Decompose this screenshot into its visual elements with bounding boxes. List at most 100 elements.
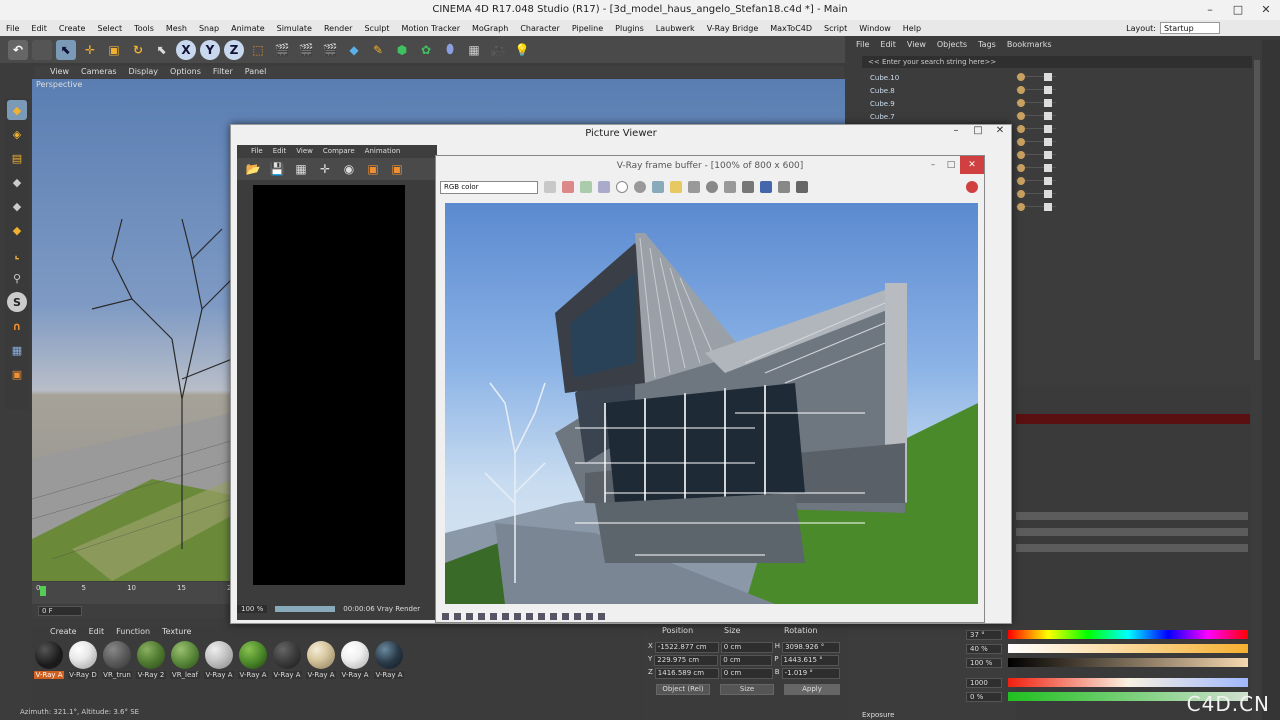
material-item[interactable]: V-Ray A [204, 641, 234, 679]
save-icon[interactable]: 💾 [267, 159, 287, 179]
vfb-red-channel-icon[interactable] [562, 181, 574, 193]
rotation-b-field[interactable]: -1.019 ° [781, 668, 840, 679]
object-row-cube7[interactable]: Cube.7 [858, 111, 988, 123]
cube-icon[interactable]: ◆ [344, 40, 364, 60]
minimize-button[interactable]: – [1196, 0, 1224, 20]
menu-vray-bridge[interactable]: V-Ray Bridge [707, 24, 759, 33]
vfb-green-channel-icon[interactable] [580, 181, 592, 193]
menu-window[interactable]: Window [859, 24, 891, 33]
render-picture-viewer-icon[interactable]: 🎬 [296, 40, 316, 60]
attribute-slider-2[interactable] [1016, 528, 1248, 536]
vp-menu-view[interactable]: View [50, 66, 69, 78]
axis-mode-icon[interactable]: ⌞ [7, 244, 27, 264]
mat-menu-create[interactable]: Create [50, 627, 77, 636]
layout-dropdown[interactable]: Startup [1160, 22, 1220, 34]
render-view-icon[interactable]: 🎬 [272, 40, 292, 60]
vfb-lens-effects-icon[interactable] [778, 181, 790, 193]
vfb-render-region-icon[interactable] [760, 181, 772, 193]
size-x-field[interactable]: 0 cm [720, 642, 773, 653]
menu-simulate[interactable]: Simulate [277, 24, 312, 33]
redo-icon[interactable] [32, 39, 52, 60]
vfb-curves-button[interactable] [478, 612, 485, 620]
floor-icon[interactable]: ▦ [464, 40, 484, 60]
menu-tools[interactable]: Tools [134, 24, 154, 33]
vfb-channel-dropdown[interactable]: RGB color [440, 180, 538, 194]
menu-maxtoc4d[interactable]: MaxToC4D [770, 24, 812, 33]
menu-create[interactable]: Create [59, 24, 86, 33]
workplane-icon[interactable]: ▤ [7, 148, 27, 168]
vfb-ocio-button[interactable] [550, 612, 557, 620]
pv-zoom-field[interactable]: 100 % [237, 605, 268, 613]
menu-sculpt[interactable]: Sculpt [364, 24, 389, 33]
vfb-link-icon[interactable] [742, 181, 754, 193]
material-item[interactable]: V-Ray A [34, 641, 64, 679]
pv-close-button[interactable]: ✕ [989, 125, 1011, 136]
vfb-hsl-button[interactable] [514, 612, 521, 620]
maximize-button[interactable]: □ [1224, 0, 1252, 20]
om-menu-tags[interactable]: Tags [978, 40, 996, 49]
render-icon[interactable]: ▣ [363, 159, 383, 179]
pv-menu-view[interactable]: View [296, 145, 313, 158]
object-manager-scrollbar[interactable] [1254, 60, 1260, 360]
material-item[interactable]: V-Ray A [340, 641, 370, 679]
pv-menu-compare[interactable]: Compare [323, 145, 355, 158]
menu-edit[interactable]: Edit [31, 24, 47, 33]
object-row-cube9[interactable]: Cube.9 [858, 98, 988, 110]
vp-menu-panel[interactable]: Panel [245, 66, 267, 78]
current-frame-field[interactable]: 0 F [38, 606, 82, 616]
vfb-compare-button[interactable] [454, 612, 461, 620]
menu-script[interactable]: Script [824, 24, 847, 33]
kelvin-field[interactable]: 1000 [966, 678, 1002, 688]
vfb-flip-button[interactable] [586, 612, 593, 620]
close-button[interactable]: ✕ [1252, 0, 1280, 20]
material-item[interactable]: V-Ray A [306, 641, 336, 679]
vfb-settings-button[interactable] [598, 612, 605, 620]
deformer-icon[interactable]: ⬮ [440, 40, 460, 60]
menu-animate[interactable]: Animate [231, 24, 265, 33]
vfb-history-icon[interactable] [796, 181, 808, 193]
edges-mode-icon[interactable]: ◆ [7, 196, 27, 216]
pv-maximize-button[interactable]: □ [967, 125, 989, 136]
om-menu-bookmarks[interactable]: Bookmarks [1007, 40, 1052, 49]
vfb-white-balance-button[interactable] [502, 612, 509, 620]
snap-icon[interactable]: S [7, 292, 27, 312]
menu-pipeline[interactable]: Pipeline [572, 24, 603, 33]
vfb-alpha-icon[interactable] [616, 181, 628, 193]
value-field[interactable]: 100 % [966, 658, 1002, 668]
vfb-background-button[interactable] [562, 612, 569, 620]
pen-icon[interactable]: ✎ [368, 40, 388, 60]
position-x-field[interactable]: -1522.877 cm [654, 642, 719, 653]
texture-mode-icon[interactable]: ◈ [7, 124, 27, 144]
mat-menu-edit[interactable]: Edit [89, 627, 105, 636]
z-axis-lock-button[interactable]: Z [224, 39, 244, 60]
menu-snap[interactable]: Snap [199, 24, 219, 33]
undo-icon[interactable]: ↶ [8, 39, 28, 60]
value-gradient-slider[interactable] [1008, 658, 1248, 667]
vfb-clear-icon[interactable] [688, 181, 700, 193]
vp-menu-cameras[interactable]: Cameras [81, 66, 117, 78]
vfb-color-icon[interactable] [544, 181, 556, 193]
vfb-info-button[interactable] [574, 612, 581, 620]
vfb-blue-channel-icon[interactable] [598, 181, 610, 193]
vfb-stop-render-icon[interactable] [966, 181, 978, 193]
render-settings-icon[interactable]: 🎬 [320, 40, 340, 60]
menu-laubwerk[interactable]: Laubwerk [656, 24, 695, 33]
zoom-icon[interactable]: ◉ [339, 159, 359, 179]
coordinate-mode-dropdown[interactable]: Object (Rel) [656, 684, 710, 695]
pv-menu-animation[interactable]: Animation [365, 145, 401, 158]
lock-icon[interactable]: ▣ [7, 364, 27, 384]
menu-character[interactable]: Character [520, 24, 560, 33]
om-menu-view[interactable]: View [907, 40, 926, 49]
vfb-lut-button[interactable] [538, 612, 545, 620]
points-mode-icon[interactable]: ◆ [7, 172, 27, 192]
vfb-levels-button[interactable] [466, 612, 473, 620]
hue-field[interactable]: 37 ° [966, 630, 1002, 640]
attribute-slider-1[interactable] [1016, 512, 1248, 520]
menu-motion-tracker[interactable]: Motion Tracker [401, 24, 460, 33]
x-axis-lock-button[interactable]: X [176, 39, 196, 60]
apply-button[interactable]: Apply [784, 684, 840, 695]
pv-minimize-button[interactable]: – [945, 125, 967, 136]
vfb-color-balance-button[interactable] [526, 612, 533, 620]
hue-gradient-slider[interactable] [1008, 630, 1248, 639]
grid-icon[interactable]: ▦ [7, 340, 27, 360]
